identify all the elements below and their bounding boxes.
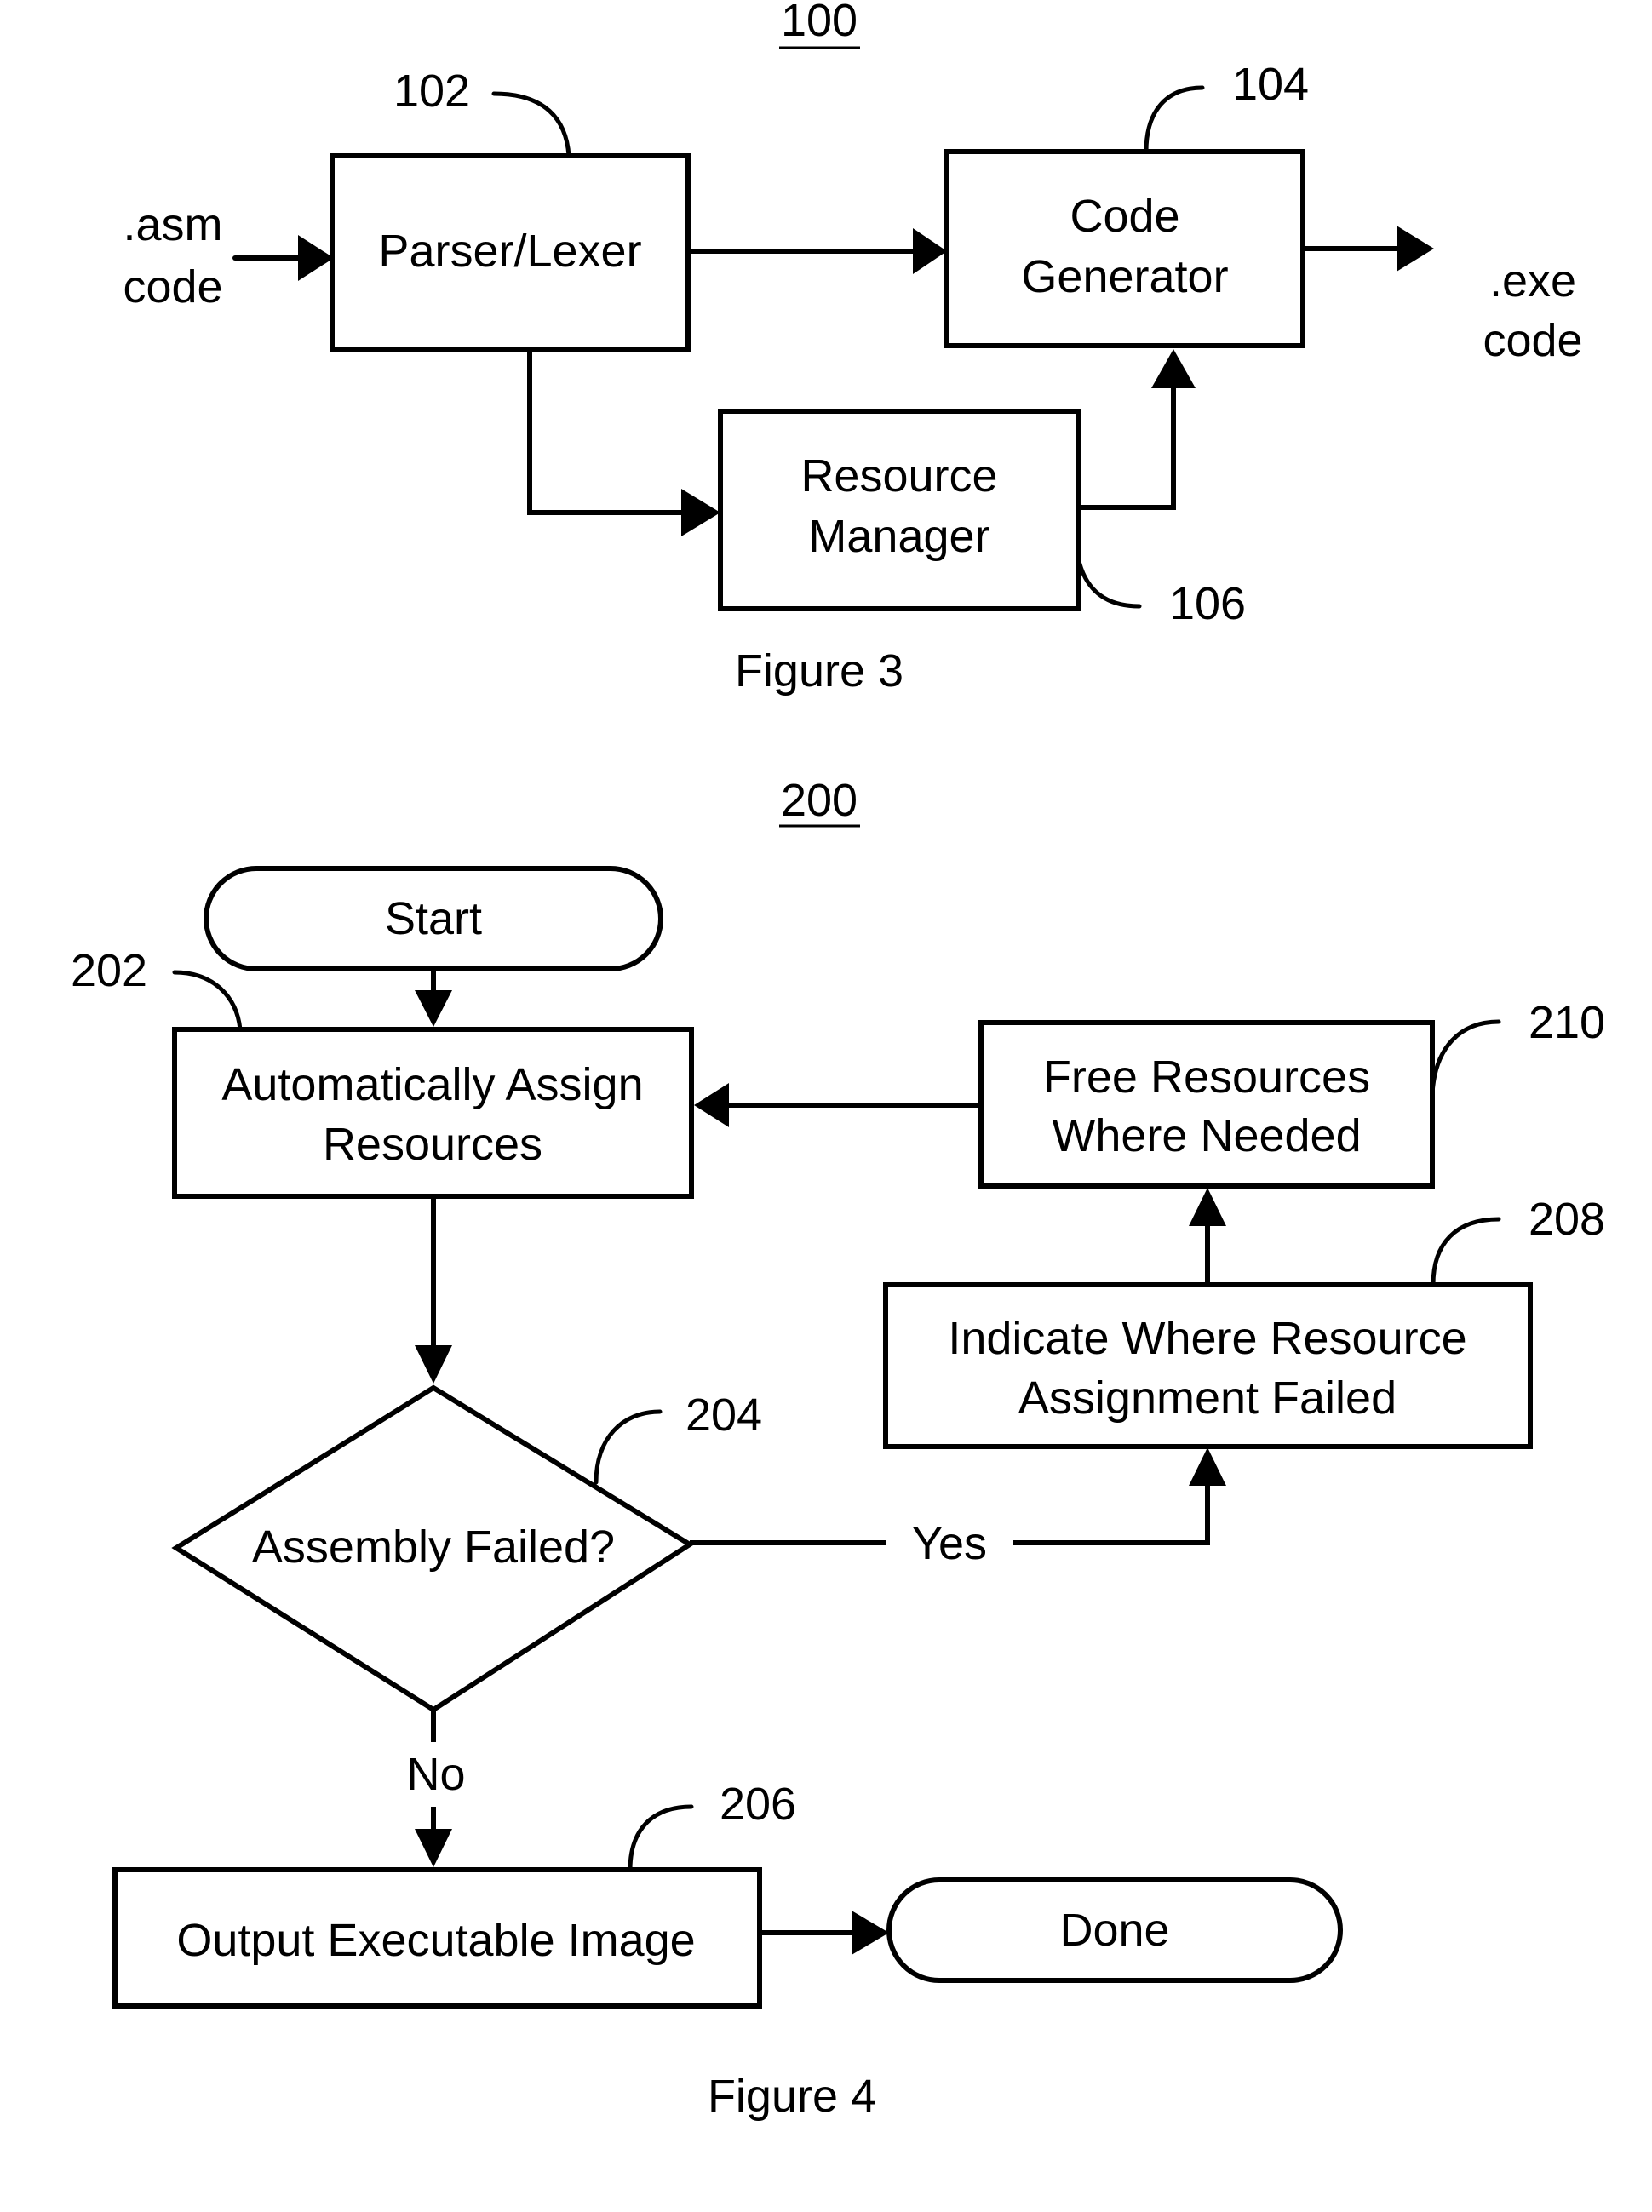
no-to-output-arrowhead bbox=[415, 1829, 452, 1867]
figure-3-ref-number: 100 bbox=[781, 0, 858, 46]
output-image-label: Output Executable Image bbox=[176, 1915, 695, 1966]
assign-resources-label-line-2: Resources bbox=[323, 1119, 542, 1170]
resource-manager-label-line-1: Resource bbox=[800, 450, 997, 501]
resource-manager-box bbox=[718, 409, 1081, 611]
yes-label: Yes bbox=[912, 1518, 987, 1569]
free-to-assign-arrowhead bbox=[694, 1083, 729, 1127]
code-generator-label-line-1: Code bbox=[1070, 191, 1179, 242]
codegen-ref-leader bbox=[1144, 85, 1205, 154]
code-generator-box bbox=[944, 149, 1305, 348]
resource-manager-label-line-2: Manager bbox=[808, 511, 989, 562]
free-ref-number: 210 bbox=[1529, 997, 1605, 1048]
resource-manager-ref-number: 106 bbox=[1169, 578, 1246, 629]
resource-to-codegen-arrowhead bbox=[1151, 349, 1196, 388]
parser-to-resource-line bbox=[527, 350, 690, 515]
assign-resources-box bbox=[172, 1027, 694, 1199]
assembly-failed-label: Assembly Failed? bbox=[252, 1521, 615, 1573]
free-resources-box bbox=[978, 1020, 1435, 1189]
parser-ref-number: 102 bbox=[393, 66, 470, 117]
output-label-line-2: code bbox=[1483, 315, 1582, 366]
indicate-failure-label-line-1: Indicate Where Resource bbox=[948, 1313, 1466, 1364]
assign-ref-leader bbox=[172, 970, 243, 1032]
decision-ref-number: 204 bbox=[685, 1390, 762, 1441]
start-label: Start bbox=[385, 893, 482, 944]
codegen-ref-number: 104 bbox=[1232, 59, 1309, 110]
input-arrowhead bbox=[298, 235, 334, 281]
patent-drawing: 100 .asm code Parser/Lexer 102 Code Gene… bbox=[71, 0, 1605, 2122]
output-ref-leader bbox=[628, 1804, 694, 1872]
indicate-to-free-arrowhead bbox=[1189, 1188, 1226, 1226]
assign-resources-label-line-1: Automatically Assign bbox=[221, 1059, 643, 1110]
input-label-line-1: .asm bbox=[123, 199, 222, 250]
input-label-line-2: code bbox=[123, 261, 222, 312]
parser-to-codegen-arrowhead bbox=[913, 228, 947, 274]
assign-ref-number: 202 bbox=[71, 945, 147, 996]
indicate-ref-number: 208 bbox=[1529, 1194, 1605, 1245]
decision-yes-line-b bbox=[1013, 1481, 1210, 1545]
indicate-failure-label-line-2: Assignment Failed bbox=[1018, 1372, 1397, 1424]
yes-to-indicate-arrowhead bbox=[1189, 1447, 1226, 1486]
figure-3: 100 .asm code Parser/Lexer 102 Code Gene… bbox=[123, 0, 1582, 696]
figure-4-ref-number: 200 bbox=[781, 775, 858, 826]
figure-3-caption: Figure 3 bbox=[735, 645, 903, 696]
free-resources-label-line-2: Where Needed bbox=[1052, 1110, 1361, 1161]
free-ref-leader bbox=[1430, 1019, 1501, 1097]
free-resources-label-line-1: Free Resources bbox=[1043, 1052, 1370, 1103]
figure-4-caption: Figure 4 bbox=[708, 2071, 876, 2122]
output-label-line-1: .exe bbox=[1489, 255, 1576, 307]
parser-lexer-label: Parser/Lexer bbox=[378, 226, 641, 277]
start-to-assign-arrowhead bbox=[415, 990, 452, 1027]
parser-ref-leader bbox=[491, 91, 571, 158]
codegen-output-arrowhead bbox=[1397, 226, 1434, 272]
output-ref-number: 206 bbox=[720, 1779, 796, 1830]
figure-4: 200 Start Automatically Assign Resources… bbox=[71, 775, 1605, 2122]
resource-to-codegen-line bbox=[1078, 383, 1176, 510]
parser-to-resource-arrowhead bbox=[681, 489, 720, 536]
resource-manager-ref-leader bbox=[1076, 555, 1142, 609]
done-label: Done bbox=[1059, 1905, 1169, 1956]
decision-ref-leader bbox=[594, 1409, 663, 1485]
no-label: No bbox=[406, 1749, 465, 1800]
indicate-ref-leader bbox=[1431, 1217, 1501, 1287]
output-to-done-arrowhead bbox=[852, 1911, 889, 1955]
assign-to-decision-arrowhead bbox=[415, 1345, 452, 1384]
code-generator-label-line-2: Generator bbox=[1021, 251, 1228, 302]
